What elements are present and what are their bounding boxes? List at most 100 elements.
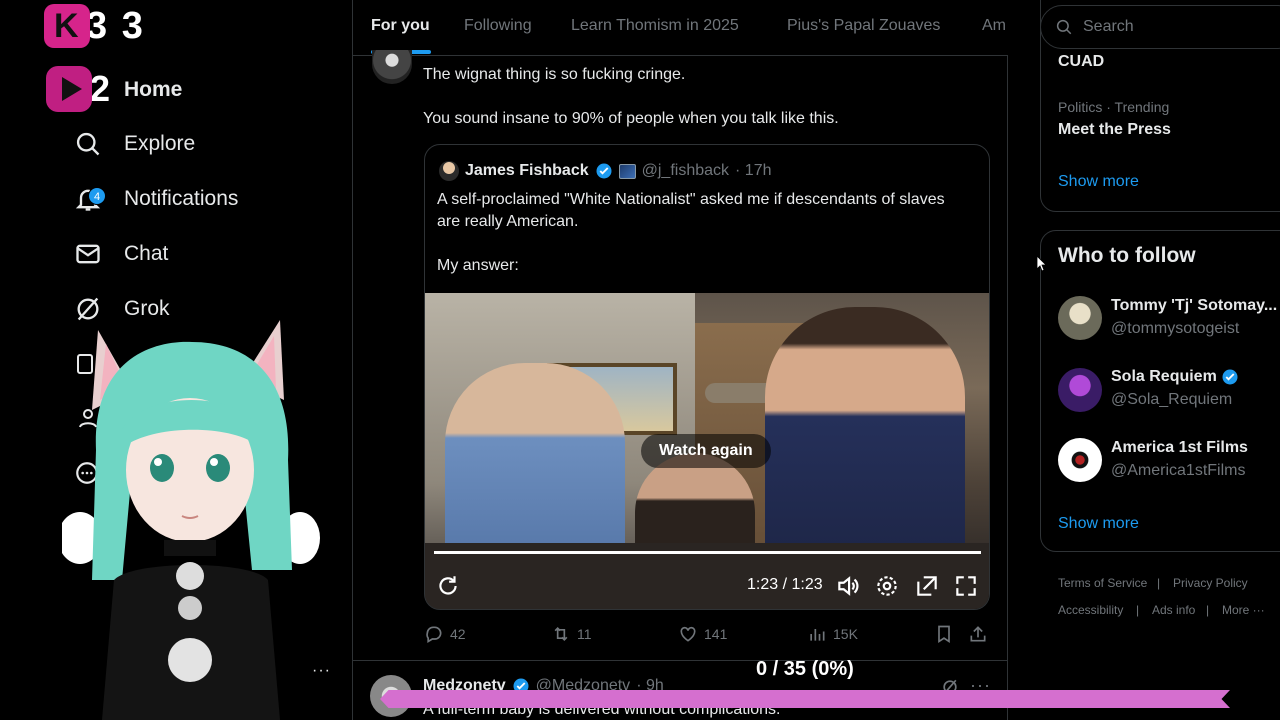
viewer-counter-value: 2 bbox=[90, 68, 111, 109]
follow-avatar-america-1st[interactable] bbox=[1058, 438, 1102, 482]
analytics-icon bbox=[810, 629, 825, 641]
trends-show-more-link[interactable]: Show more bbox=[1058, 173, 1139, 191]
trend-item-cuad[interactable]: CUAD bbox=[1058, 53, 1104, 71]
post-text-line2: You sound insane to 90% of people when y… bbox=[423, 110, 839, 127]
follow-name-text: America 1st Films bbox=[1111, 439, 1248, 456]
reply-count: 42 bbox=[450, 626, 466, 642]
account-menu-more-icon[interactable]: ··· bbox=[312, 662, 331, 680]
tab-following[interactable]: Following bbox=[464, 17, 532, 35]
nav-notifications-label: Notifications bbox=[124, 187, 239, 210]
heart-icon bbox=[680, 626, 696, 642]
follow-name-tommy[interactable]: Tommy 'Tj' Sotomay... bbox=[1111, 297, 1277, 315]
video-player[interactable]: Watch again 1:23 / 1:23 bbox=[425, 293, 989, 609]
nav-explore[interactable]: Explore bbox=[74, 122, 195, 166]
footer-privacy-link[interactable]: Privacy Policy bbox=[1173, 576, 1248, 590]
tab-more-lists[interactable]: Am bbox=[982, 17, 1006, 35]
who-to-follow-title: Who to follow bbox=[1058, 244, 1196, 267]
views-button[interactable]: 15K bbox=[807, 624, 858, 644]
follow-handle-america-1st[interactable]: @America1stFilms bbox=[1111, 462, 1245, 480]
grok-icon bbox=[77, 297, 99, 321]
reply-button[interactable]: 42 bbox=[424, 624, 466, 644]
repost-button[interactable]: 11 bbox=[551, 624, 592, 644]
search-icon bbox=[76, 132, 100, 156]
bookmark-icon bbox=[938, 625, 950, 644]
quoted-author-name[interactable]: James Fishback bbox=[465, 162, 589, 180]
volume-button[interactable] bbox=[835, 573, 861, 599]
repost-icon bbox=[554, 626, 568, 642]
follow-avatar-tommy[interactable] bbox=[1058, 296, 1102, 340]
gear-icon bbox=[877, 576, 897, 596]
kick-logo-icon bbox=[44, 4, 90, 48]
quoted-post-header: James Fishback @j_fishback · 17h bbox=[439, 161, 771, 181]
fullscreen-icon bbox=[956, 576, 976, 596]
footer-separator: | bbox=[1136, 603, 1140, 617]
volume-icon bbox=[838, 576, 859, 596]
follow-handle-sola[interactable]: @Sola_Requiem bbox=[1111, 391, 1232, 409]
mouse-cursor-icon bbox=[1037, 256, 1047, 272]
stream-counter-logo: 3 3 bbox=[44, 4, 145, 48]
vtuber-avatar-overlay bbox=[62, 320, 320, 720]
view-count: 15K bbox=[833, 626, 858, 642]
nav-home[interactable]: Home bbox=[124, 68, 182, 112]
overlay-goal-label: 0 / 35 (0%) bbox=[756, 658, 854, 680]
footer-separator: | bbox=[1157, 576, 1161, 590]
notifications-badge: 4 bbox=[88, 187, 106, 205]
replay-icon bbox=[439, 576, 457, 595]
overlay-goal-bar bbox=[380, 690, 1230, 708]
reply-icon bbox=[426, 626, 442, 643]
quoted-post-text: A self-proclaimed "White Nationalist" as… bbox=[437, 191, 945, 230]
follow-name-sola[interactable]: Sola Requiem bbox=[1111, 368, 1239, 386]
tab-learn-thomism[interactable]: Learn Thomism in 2025 bbox=[571, 17, 739, 35]
bell-icon-wrap: 4 bbox=[74, 185, 106, 213]
nav-chat[interactable]: Chat bbox=[74, 232, 168, 276]
share-button[interactable] bbox=[968, 624, 988, 644]
quoted-author-handle[interactable]: @j_fishback bbox=[642, 162, 729, 180]
video-progress-bar[interactable] bbox=[434, 551, 981, 554]
nav-chat-label: Chat bbox=[124, 242, 169, 265]
trend-item-meet-the-press[interactable]: Meet the Press bbox=[1058, 121, 1171, 139]
footer-ads-link[interactable]: Ads info bbox=[1152, 603, 1195, 617]
footer-more-link[interactable]: More ··· bbox=[1222, 603, 1265, 617]
footer-accessibility-link[interactable]: Accessibility bbox=[1058, 603, 1123, 617]
follow-name-text: Tommy 'Tj' Sotomay... bbox=[1111, 297, 1278, 314]
post-actions: 42 11 141 15K bbox=[424, 624, 990, 648]
repost-count: 11 bbox=[577, 626, 592, 642]
envelope-icon bbox=[76, 244, 100, 264]
play-logo-icon bbox=[46, 66, 92, 112]
nav-home-label: Home bbox=[124, 78, 183, 101]
affiliate-badge-icon bbox=[618, 163, 636, 179]
replay-button[interactable] bbox=[435, 573, 461, 599]
picture-in-picture-icon bbox=[917, 576, 937, 596]
video-time: 1:23 / 1:23 bbox=[747, 576, 823, 593]
follow-avatar-sola[interactable] bbox=[1058, 368, 1102, 412]
follow-name-america-1st[interactable]: America 1st Films bbox=[1111, 439, 1248, 457]
follow-handle-tommy[interactable]: @tommysotogeist bbox=[1111, 320, 1239, 338]
like-count: 141 bbox=[704, 626, 728, 642]
timeline-tabs: For you Following Learn Thomism in 2025 … bbox=[353, 0, 1008, 56]
watch-again-button[interactable]: Watch again bbox=[641, 434, 771, 468]
verified-badge-icon bbox=[1222, 369, 1238, 385]
bookmark-button[interactable] bbox=[934, 624, 954, 644]
footer-separator: | bbox=[1206, 603, 1210, 617]
follow-name-text: Sola Requiem bbox=[1111, 368, 1217, 385]
trend-item-meta: Politics · Trending bbox=[1058, 99, 1170, 115]
tab-for-you[interactable]: For you bbox=[371, 17, 430, 35]
quoted-author-avatar[interactable] bbox=[439, 161, 459, 181]
stream-counter-value: 3 3 bbox=[86, 4, 145, 47]
nav-notifications[interactable]: 4 Notifications bbox=[74, 177, 238, 221]
settings-button[interactable] bbox=[874, 573, 900, 599]
quoted-post[interactable]: James Fishback @j_fishback · 17h A self-… bbox=[424, 144, 990, 610]
tab-papal-zouaves[interactable]: Pius's Papal Zouaves bbox=[787, 17, 940, 35]
like-button[interactable]: 141 bbox=[678, 624, 727, 644]
post-text-line1: The wignat thing is so fucking cringe. bbox=[423, 66, 686, 83]
fullscreen-button[interactable] bbox=[953, 573, 979, 599]
pip-button[interactable] bbox=[914, 573, 940, 599]
follow-show-more-link[interactable]: Show more bbox=[1058, 515, 1139, 533]
nav-explore-label: Explore bbox=[124, 132, 196, 155]
footer-terms-link[interactable]: Terms of Service bbox=[1058, 576, 1147, 590]
share-icon bbox=[970, 626, 986, 642]
nav-grok-label: Grok bbox=[124, 297, 170, 320]
quoted-post-time: · 17h bbox=[735, 162, 772, 179]
stream-viewer-logo: 2 bbox=[46, 66, 110, 112]
verified-badge-icon bbox=[596, 163, 612, 179]
